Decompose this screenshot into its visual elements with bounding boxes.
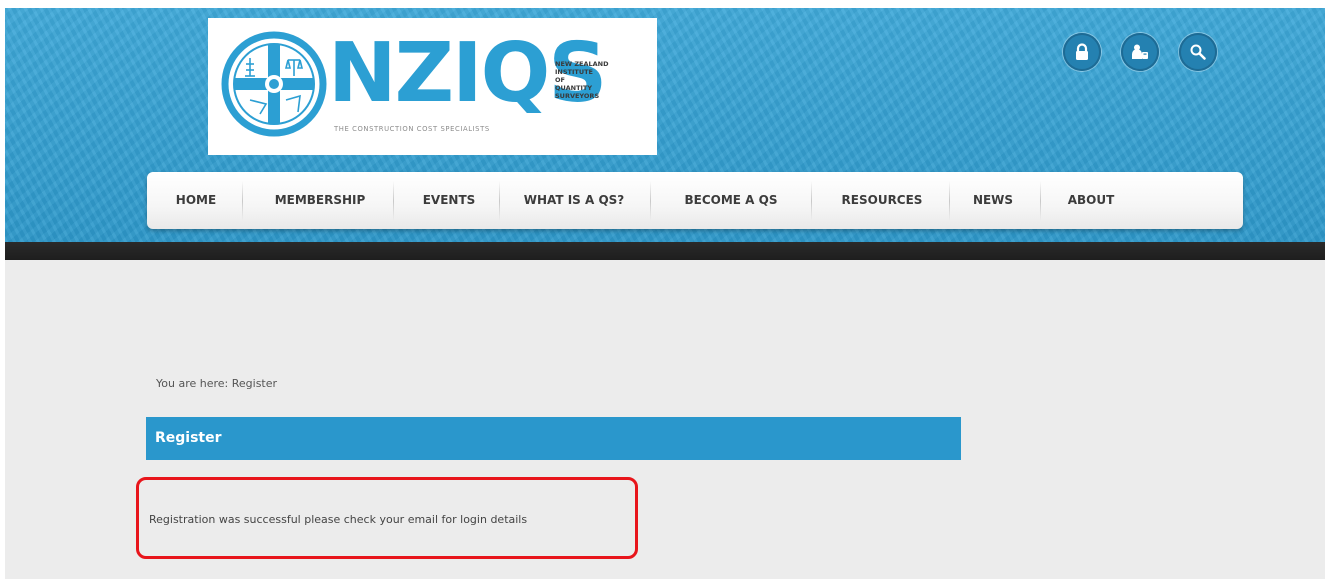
lock-icon bbox=[1076, 43, 1088, 60]
site-logo[interactable]: NZIQS NEW ZEALAND INSTITUTE OF QUANTITY … bbox=[208, 18, 657, 155]
search-button[interactable] bbox=[1179, 33, 1217, 71]
header-divider bbox=[5, 242, 1325, 260]
page-title: Register bbox=[155, 430, 222, 446]
nav-separator bbox=[949, 181, 950, 221]
nziqs-emblem-icon bbox=[221, 31, 327, 137]
logo-organisation-name: NEW ZEALAND INSTITUTE OF QUANTITY SURVEY… bbox=[555, 60, 609, 100]
breadcrumb: You are here: Register bbox=[156, 377, 278, 390]
nav-separator bbox=[1040, 181, 1041, 221]
nav-item-news[interactable]: NEWS bbox=[973, 172, 1013, 229]
logo-side-line: INSTITUTE bbox=[555, 68, 593, 76]
nav-item-about[interactable]: ABOUT bbox=[1068, 172, 1115, 229]
member-icon bbox=[1132, 44, 1148, 59]
logo-side-line: SURVEYORS bbox=[555, 92, 600, 100]
logo-tagline: THE CONSTRUCTION COST SPECIALISTS bbox=[334, 125, 490, 133]
nav-item-home[interactable]: HOME bbox=[176, 172, 216, 229]
nav-separator bbox=[811, 181, 812, 221]
logo-side-line: QUANTITY bbox=[555, 84, 593, 92]
nav-item-resources[interactable]: RESOURCES bbox=[842, 172, 923, 229]
login-button[interactable] bbox=[1063, 33, 1101, 71]
nav-item-what-is-a-qs[interactable]: WHAT IS A QS? bbox=[524, 172, 625, 229]
nav-separator bbox=[393, 181, 394, 221]
page-title-bar: Register bbox=[146, 417, 961, 460]
nav-item-events[interactable]: EVENTS bbox=[423, 172, 476, 229]
page-frame: NZIQS NEW ZEALAND INSTITUTE OF QUANTITY … bbox=[5, 8, 1325, 579]
nav-separator bbox=[650, 181, 651, 221]
nav-separator bbox=[499, 181, 500, 221]
nav-item-membership[interactable]: MEMBERSHIP bbox=[275, 172, 366, 229]
highlight-annotation-box bbox=[136, 477, 638, 559]
search-icon bbox=[1190, 44, 1206, 60]
main-navigation: HOME MEMBERSHIP EVENTS WHAT IS A QS? BEC… bbox=[147, 172, 1243, 229]
member-button[interactable] bbox=[1121, 33, 1159, 71]
nav-item-become-a-qs[interactable]: BECOME A QS bbox=[685, 172, 778, 229]
logo-side-line: NEW ZEALAND bbox=[555, 60, 609, 68]
logo-side-line: OF bbox=[555, 76, 565, 84]
site-header: NZIQS NEW ZEALAND INSTITUTE OF QUANTITY … bbox=[5, 8, 1325, 242]
nav-separator bbox=[242, 181, 243, 221]
